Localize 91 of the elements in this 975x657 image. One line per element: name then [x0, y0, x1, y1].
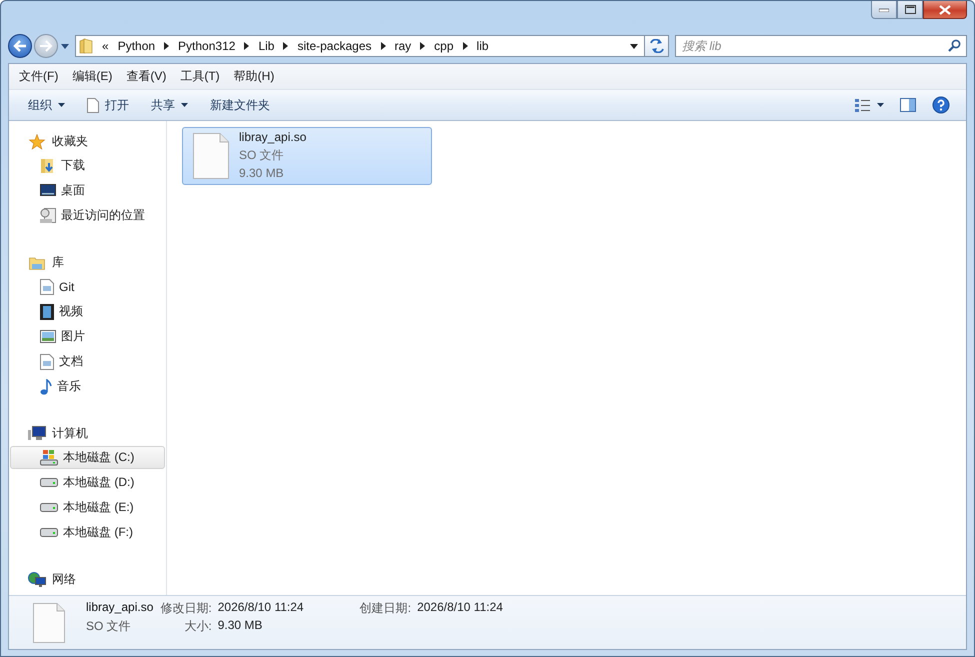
- toolbar-button[interactable]: 组织: [19, 94, 74, 116]
- document-icon: [40, 278, 54, 294]
- menu-item[interactable]: 文件(F): [12, 68, 66, 85]
- close-icon: [939, 4, 951, 14]
- property-value: 9.30 MB: [218, 618, 264, 634]
- document-icon: [87, 98, 99, 112]
- nav-item[interactable]: 本地磁盘 (F:): [10, 521, 165, 544]
- list-view-icon: [855, 98, 871, 112]
- address-overflow[interactable]: «: [102, 39, 109, 53]
- nav-item[interactable]: 本地磁盘 (E:): [10, 496, 165, 519]
- nav-item[interactable]: 视频: [10, 300, 165, 323]
- refresh-button[interactable]: [645, 35, 669, 57]
- menu-item[interactable]: 查看(V): [119, 68, 174, 85]
- address-segment[interactable]: lib: [476, 39, 489, 53]
- pane-icon: [900, 98, 916, 112]
- folder-icon: [79, 38, 93, 54]
- detail-file-name: libray_api.so: [86, 600, 154, 616]
- address-segment[interactable]: Python: [118, 39, 156, 53]
- minimize-button[interactable]: [871, 1, 897, 19]
- address-caret-icon[interactable]: [630, 44, 638, 48]
- minimize-icon: [879, 8, 889, 12]
- property-value: 2026/8/10 11:24: [417, 600, 503, 616]
- address-bar[interactable]: « Python Python312 Lib site-packages ray cpp lib: [75, 35, 645, 57]
- nav-item[interactable]: 本地磁盘 (D:): [10, 471, 165, 494]
- chevron-icon[interactable]: [462, 42, 468, 50]
- property-label: 大小:: [183, 618, 212, 635]
- star-icon: [28, 134, 46, 150]
- address-segment[interactable]: cpp: [434, 39, 454, 53]
- document-icon: [40, 354, 54, 370]
- menu-item[interactable]: 帮助(H): [226, 68, 282, 85]
- nav-group-header[interactable]: 网络: [9, 568, 166, 591]
- system-drive-icon: [40, 450, 58, 466]
- address-segment[interactable]: Lib: [258, 39, 274, 53]
- file-icon: [193, 133, 229, 179]
- file-tile[interactable]: libray_api.so SO 文件 9.30 MB: [182, 127, 432, 185]
- image-icon: [40, 330, 56, 343]
- film-icon: [40, 304, 54, 320]
- maximize-button[interactable]: [897, 1, 923, 19]
- address-segment[interactable]: site-packages: [297, 39, 372, 53]
- back-button[interactable]: [8, 34, 32, 58]
- network-icon: [28, 572, 46, 588]
- close-button[interactable]: [923, 1, 967, 19]
- address-segment[interactable]: Python312: [178, 39, 236, 53]
- search-field[interactable]: 搜索 lib: [675, 35, 967, 57]
- nav-item[interactable]: 下载: [10, 154, 165, 177]
- chevron-icon[interactable]: [164, 42, 170, 50]
- file-type: SO 文件: [239, 147, 285, 164]
- chevron-icon[interactable]: [380, 42, 386, 50]
- nav-item[interactable]: 本地磁盘 (C:): [10, 446, 165, 469]
- toolbar-button[interactable]: 打开: [78, 94, 138, 116]
- forward-arrow-icon: [39, 40, 53, 52]
- menu-item[interactable]: 编辑(E): [65, 68, 120, 85]
- computer-icon: [28, 426, 46, 441]
- back-arrow-icon: [13, 40, 27, 52]
- toolbar-button[interactable]: 共享: [142, 94, 197, 116]
- download-folder-icon: [40, 158, 56, 174]
- file-size: 9.30 MB: [239, 165, 285, 182]
- nav-item[interactable]: 图片: [10, 325, 165, 348]
- nav-item[interactable]: 最近访问的位置: [10, 204, 165, 227]
- chevron-icon[interactable]: [420, 42, 426, 50]
- nav-group-header[interactable]: 收藏夹: [9, 130, 166, 153]
- monitor-icon: [40, 184, 56, 197]
- nav-item[interactable]: 文档: [10, 350, 165, 373]
- file-name: libray_api.so: [239, 129, 306, 146]
- chevron-icon[interactable]: [244, 42, 250, 50]
- music-note-icon: [40, 378, 52, 394]
- help-icon: [932, 96, 950, 114]
- folder-icon: [28, 256, 46, 270]
- address-segment[interactable]: ray: [394, 39, 412, 53]
- menu-item[interactable]: 工具(T): [173, 68, 227, 85]
- caret-icon: [877, 103, 884, 107]
- nav-group-header[interactable]: 库: [9, 251, 166, 274]
- drive-icon: [40, 478, 58, 487]
- file-icon: [33, 602, 65, 642]
- drive-icon: [40, 528, 58, 537]
- property-value: 2026/8/10 11:24: [218, 600, 305, 616]
- detail-file-type: SO 文件: [86, 618, 132, 635]
- chevron-icon[interactable]: [283, 42, 288, 50]
- nav-item[interactable]: Git: [10, 275, 165, 298]
- toolbar-button[interactable]: 新建文件夹: [201, 94, 279, 116]
- recent-places-icon: [40, 208, 56, 224]
- recent-pages-caret-icon[interactable]: [61, 44, 69, 48]
- search-icon: [948, 39, 961, 52]
- nav-group-header[interactable]: 计算机: [9, 422, 166, 445]
- property-label: 创建日期:: [360, 600, 412, 617]
- drive-icon: [40, 503, 58, 512]
- nav-item[interactable]: 桌面: [10, 179, 165, 202]
- refresh-icon: [648, 39, 664, 53]
- property-label: 修改日期:: [160, 600, 212, 617]
- nav-item[interactable]: 音乐: [10, 375, 165, 398]
- maximize-icon: [904, 5, 916, 14]
